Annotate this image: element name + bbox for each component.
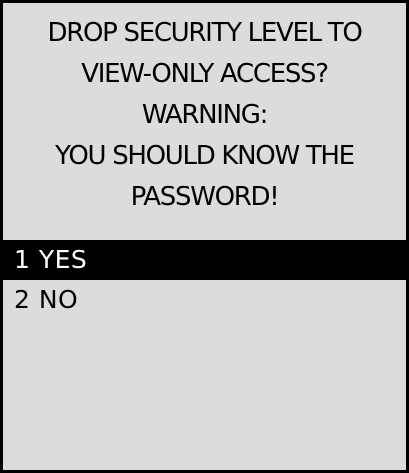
prompt-line-5: PASSWORD! [130, 182, 280, 212]
prompt-line-2: VIEW-ONLY ACCESS? [81, 59, 329, 89]
prompt-line-warning: WARNING: [141, 100, 269, 130]
menu-option-yes[interactable]: 1 YES [3, 240, 406, 280]
confirmation-prompt: DROP SECURITY LEVEL TO VIEW-ONLY ACCESS?… [6, 13, 403, 218]
options-menu: 1 YES 2 NO [3, 240, 406, 320]
menu-option-no[interactable]: 2 NO [3, 280, 406, 320]
device-screen: DROP SECURITY LEVEL TO VIEW-ONLY ACCESS?… [0, 0, 409, 473]
prompt-line-1: DROP SECURITY LEVEL TO [47, 18, 363, 48]
prompt-line-4: YOU SHOULD KNOW THE [55, 141, 355, 171]
